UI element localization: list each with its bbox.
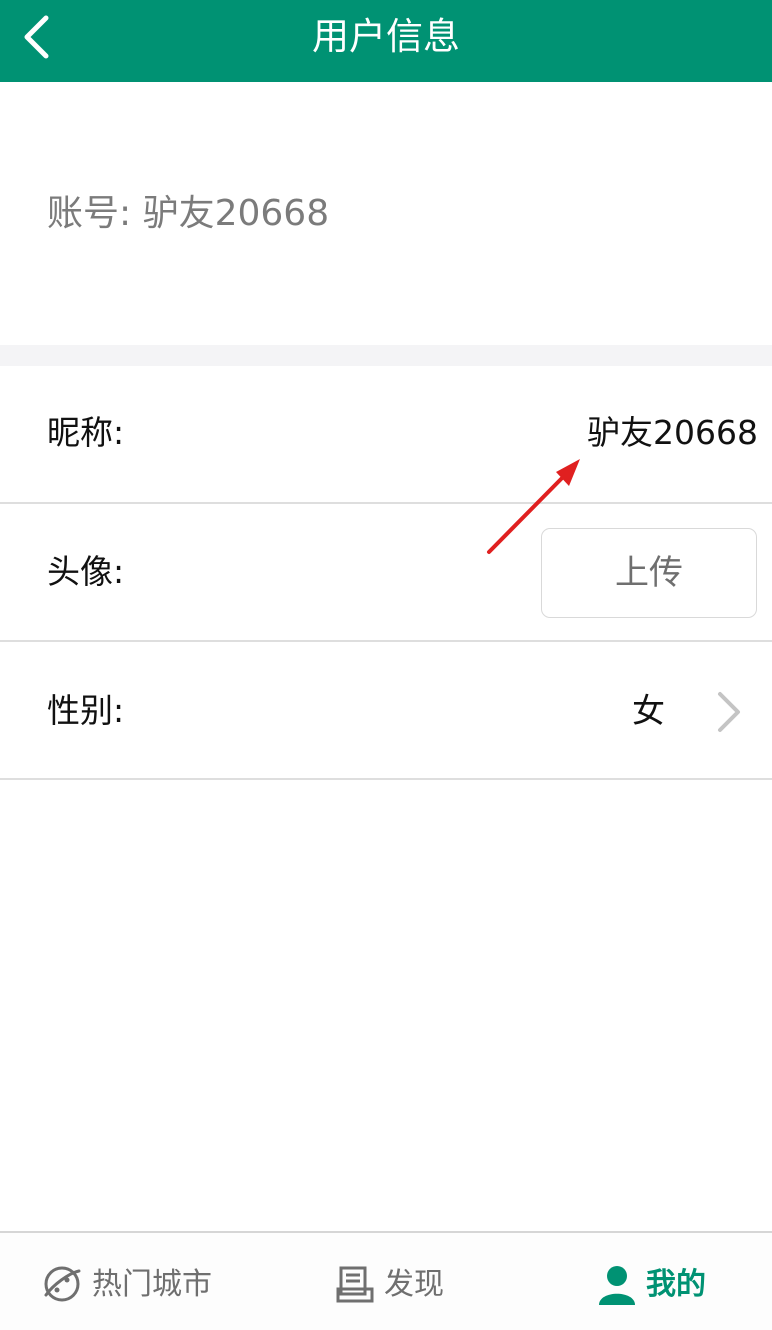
- account-value: 驴友20668: [142, 193, 330, 234]
- nickname-value: 驴友20668: [587, 413, 758, 452]
- bottom-navigation: 热门城市 发现 我的: [0, 1231, 772, 1330]
- gender-value: 女: [632, 691, 665, 730]
- chevron-right-icon: [718, 692, 740, 732]
- document-icon: [336, 1266, 374, 1303]
- account-label: 账号:: [47, 193, 132, 234]
- avatar-row: 头像: 上传: [0, 504, 772, 642]
- person-icon: [599, 1266, 635, 1305]
- account-section: 账号: 驴友20668: [0, 82, 772, 345]
- gender-label: 性别:: [47, 691, 125, 730]
- nav-discover-label: 发现: [384, 1267, 444, 1302]
- nav-mine-label: 我的: [646, 1267, 706, 1302]
- nav-discover[interactable]: 发现: [330, 1233, 450, 1330]
- page-title: 用户信息: [312, 15, 460, 58]
- avatar-label: 头像:: [47, 552, 125, 591]
- gender-row[interactable]: 性别: 女: [0, 642, 772, 780]
- annotation-arrow-icon: [487, 459, 580, 554]
- section-divider: [0, 345, 772, 366]
- nickname-row[interactable]: 昵称: 驴友20668: [0, 366, 772, 504]
- account-info: 账号: 驴友20668: [47, 192, 329, 236]
- nickname-label: 昵称:: [47, 413, 125, 452]
- nav-mine[interactable]: 我的: [592, 1233, 712, 1330]
- nav-hot-cities[interactable]: 热门城市: [36, 1233, 236, 1330]
- top-bar: 用户信息: [0, 0, 772, 82]
- nav-hot-cities-label: 热门城市: [92, 1267, 212, 1302]
- planet-icon: [44, 1266, 81, 1302]
